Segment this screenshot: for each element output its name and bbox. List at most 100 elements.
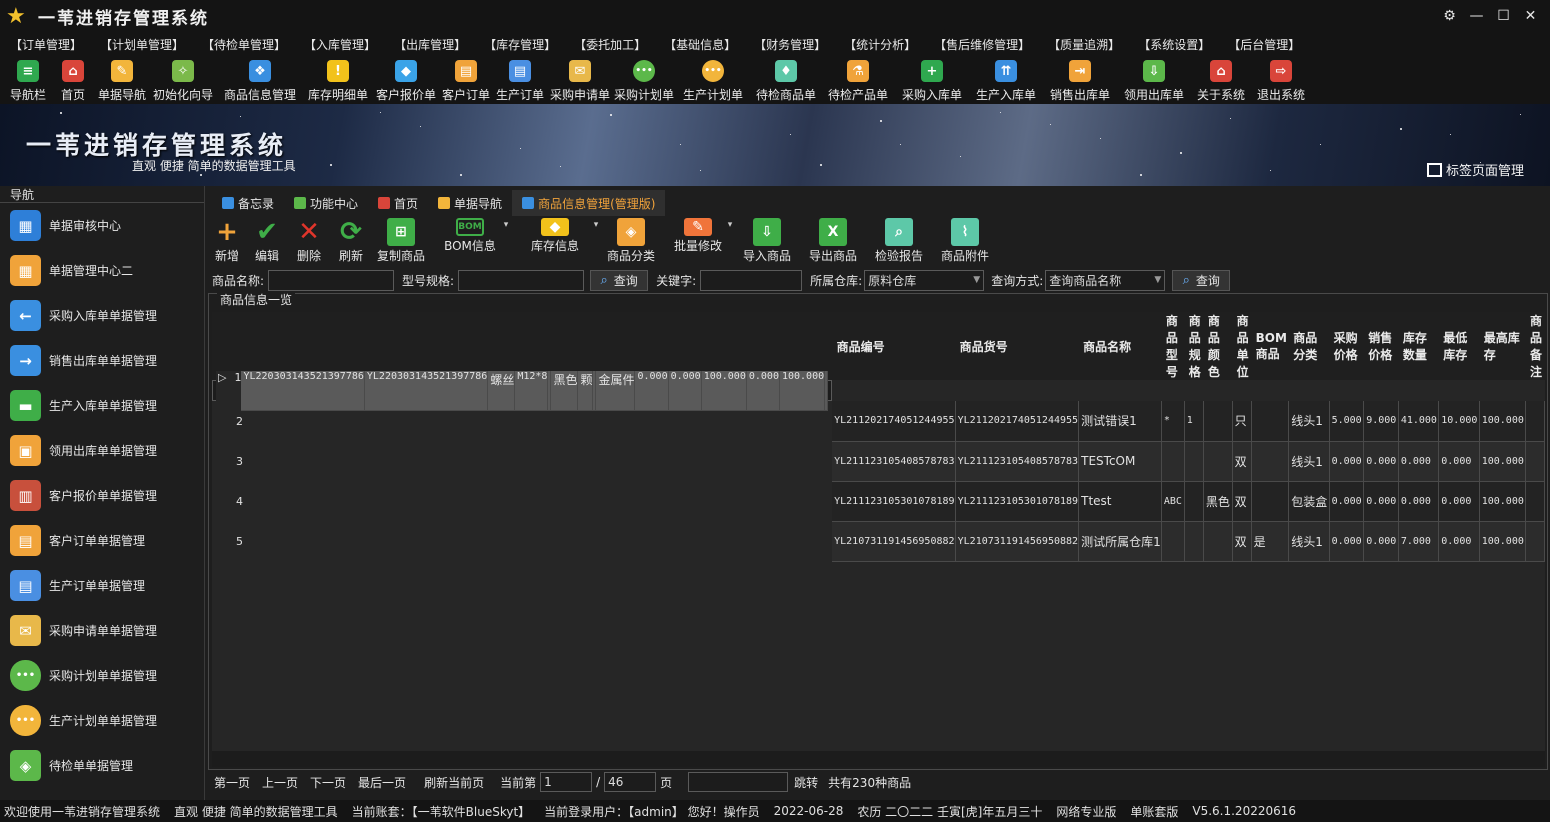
table-cell[interactable]: 100.000 — [1479, 521, 1527, 562]
column-header[interactable]: 最高库存 — [1479, 312, 1527, 380]
table-cell[interactable]: YL211123105408578783 — [955, 441, 1080, 482]
tab-3[interactable]: 单据导航 — [428, 190, 512, 216]
table-cell[interactable] — [1525, 481, 1545, 522]
last-page-link[interactable]: 最后一页 — [358, 774, 406, 791]
toolbar-button-4[interactable]: ❖ 商品信息管理 — [216, 56, 304, 104]
table-cell[interactable]: 0.000 — [668, 370, 702, 411]
table-cell[interactable] — [1525, 521, 1545, 562]
toolbar-button-12[interactable]: ♦ 待检商品单 — [750, 56, 822, 104]
table-cell[interactable] — [1525, 441, 1545, 482]
table-cell[interactable]: 1 — [1184, 401, 1204, 442]
table-cell[interactable]: M12*8 — [515, 370, 549, 411]
toolbar-button-15[interactable]: ⇈ 生产入库单 — [970, 56, 1042, 104]
toolbar-button-13[interactable]: ⚗ 待检产品单 — [822, 56, 894, 104]
menu-item-9[interactable]: 【统计分析】 — [844, 36, 916, 53]
table-cell[interactable] — [1184, 521, 1204, 562]
menu-item-8[interactable]: 【财务管理】 — [754, 36, 826, 53]
table-cell[interactable]: 双 — [1232, 521, 1252, 562]
table-cell[interactable]: YL211123105301078189 — [832, 481, 956, 522]
table-cell[interactable]: 0.000 — [1363, 481, 1399, 522]
dropdown-arrow-icon[interactable]: ▾ — [728, 220, 733, 230]
column-header[interactable]: 最低库存 — [1438, 312, 1480, 380]
column-header[interactable]: 采购价格 — [1329, 312, 1365, 380]
column-header[interactable]: 库存数量 — [1398, 312, 1440, 380]
table-cell[interactable] — [1184, 481, 1204, 522]
column-header[interactable]: 商品编号 — [832, 312, 956, 380]
table-cell[interactable]: 线头1 — [1288, 521, 1330, 562]
toolbar-button-7[interactable]: ▤ 客户订单 — [440, 56, 492, 104]
table-cell[interactable]: 0.000 — [635, 370, 669, 411]
menu-item-6[interactable]: 【委托加工】 — [574, 36, 646, 53]
refresh-page-link[interactable]: 刷新当前页 — [424, 774, 484, 791]
toolbar-button-11[interactable]: ••• 生产计划单 — [676, 56, 750, 104]
sidebar-item-11[interactable]: ••• 生产计划单单据管理 — [0, 698, 204, 743]
column-header[interactable]: 商品颜色 — [1203, 312, 1233, 380]
column-header[interactable]: 商品备注 — [1525, 312, 1545, 380]
table-cell[interactable]: YL220303143521397786 — [364, 370, 489, 411]
grid-tool-button-7[interactable]: ◈ 商品分类 — [600, 216, 662, 264]
table-cell[interactable] — [1161, 521, 1185, 562]
table-cell[interactable]: 0.000 — [1363, 521, 1399, 562]
column-header[interactable]: 商品规格 — [1184, 312, 1204, 380]
table-cell[interactable]: 只 — [1232, 401, 1252, 442]
column-header[interactable]: 商品单位 — [1232, 312, 1252, 380]
grid-tool-button-5[interactable]: BOM BOM信息 ▾ — [430, 216, 510, 264]
table-cell[interactable]: 0.000 — [1438, 481, 1480, 522]
table-cell[interactable]: 是 — [1251, 521, 1290, 562]
table-cell[interactable]: 10.000 — [1438, 401, 1480, 442]
table-cell[interactable]: 41.000 — [1398, 401, 1440, 442]
next-page-link[interactable]: 下一页 — [310, 774, 346, 791]
sidebar-item-1[interactable]: ▦ 单据管理中心二 — [0, 248, 204, 293]
table-cell[interactable]: 黑色 — [1203, 481, 1233, 522]
table-cell[interactable] — [1203, 441, 1233, 482]
current-page-input[interactable] — [540, 772, 593, 792]
table-cell[interactable]: 包装盒 — [1288, 481, 1330, 522]
table-cell[interactable]: 0.000 — [1363, 441, 1399, 482]
grid-tool-button-12[interactable]: ⌇ 商品附件 — [932, 216, 998, 264]
toolbar-button-5[interactable]: ! 库存明细单 — [304, 56, 372, 104]
table-cell[interactable]: 0.000 — [1438, 441, 1480, 482]
toolbar-button-10[interactable]: ••• 采购计划单 — [612, 56, 676, 104]
toolbar-button-18[interactable]: ⌂ 关于系统 — [1190, 56, 1252, 104]
toolbar-button-16[interactable]: ⇥ 销售出库单 — [1042, 56, 1118, 104]
jump-page-input[interactable] — [688, 772, 789, 792]
column-header[interactable]: 商品货号 — [955, 312, 1080, 380]
toolbar-button-6[interactable]: ◆ 客户报价单 — [372, 56, 440, 104]
table-cell[interactable]: 双 — [1232, 481, 1252, 522]
table-row[interactable]: 3 YL211123105408578783 YL21112310540857878… — [212, 441, 1545, 482]
first-page-link[interactable]: 第一页 — [214, 774, 250, 791]
tab-1[interactable]: 功能中心 — [284, 190, 368, 216]
grid-tool-button-10[interactable]: X 导出商品 — [800, 216, 866, 264]
grid-tool-button-0[interactable]: + 新增 — [208, 216, 246, 264]
table-cell[interactable]: 100.000 — [1479, 481, 1527, 522]
toolbar-button-17[interactable]: ⇩ 领用出库单 — [1118, 56, 1190, 104]
table-cell[interactable]: 测试错误1 — [1078, 401, 1162, 442]
table-cell[interactable]: YL211202174051244955 — [955, 401, 1080, 442]
sidebar-item-4[interactable]: ▬ 生产入库单单据管理 — [0, 383, 204, 428]
table-cell[interactable] — [825, 370, 829, 411]
grid-tool-button-4[interactable]: ⊞ 复制商品 — [372, 216, 430, 264]
close-icon[interactable]: ✕ — [1517, 5, 1544, 27]
toolbar-button-0[interactable]: ≡ 导航栏 — [4, 56, 52, 104]
tab-0[interactable]: 备忘录 — [212, 190, 284, 216]
table-cell[interactable]: 0.000 — [1329, 481, 1365, 522]
table-cell[interactable]: YL210731191456950882 — [832, 521, 956, 562]
dropdown-arrow-icon[interactable]: ▾ — [504, 220, 509, 230]
table-cell[interactable] — [1203, 401, 1233, 442]
table-cell[interactable]: 0.000 — [1329, 521, 1365, 562]
toolbar-button-9[interactable]: ✉ 采购申请单 — [548, 56, 612, 104]
sidebar-item-6[interactable]: ▥ 客户报价单单据管理 — [0, 473, 204, 518]
table-cell[interactable]: 测试所属仓库1 — [1078, 521, 1162, 562]
column-header[interactable]: BOM商品 — [1251, 312, 1290, 380]
toolbar-button-3[interactable]: ✧ 初始化向导 — [150, 56, 216, 104]
sidebar-item-7[interactable]: ▤ 客户订单单据管理 — [0, 518, 204, 563]
toolbar-button-8[interactable]: ▤ 生产订单 — [492, 56, 548, 104]
table-cell[interactable] — [1525, 401, 1545, 442]
table-cell[interactable]: 颗 — [578, 370, 594, 411]
table-row[interactable]: ▷ 1 YL220303143521397786 YL2203031435213977… — [212, 370, 833, 411]
table-cell[interactable]: 5.000 — [1329, 401, 1365, 442]
toolbar-button-2[interactable]: ✎ 单据导航 — [94, 56, 150, 104]
table-cell[interactable]: 0.000 — [1329, 441, 1365, 482]
table-cell[interactable] — [1251, 441, 1290, 482]
tab-2[interactable]: 首页 — [368, 190, 428, 216]
